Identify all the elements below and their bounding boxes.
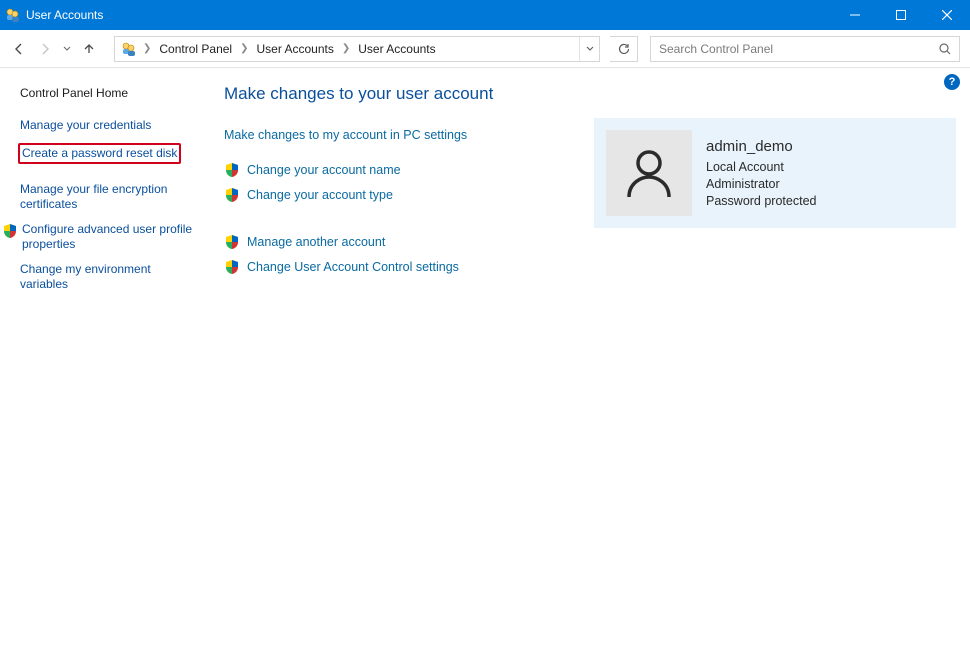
chevron-right-icon[interactable]: ❯ [141,43,153,54]
user-info: admin_demo Local Account Administrator P… [706,137,816,210]
breadcrumb-icon [119,41,139,57]
minimize-button[interactable] [832,0,878,30]
control-panel-home-link[interactable]: Control Panel Home [20,86,198,100]
user-password-status: Password protected [706,193,816,210]
user-name: admin_demo [706,137,816,157]
search-icon[interactable] [931,42,959,56]
sidebar: Control Panel Home Manage your credentia… [0,68,210,660]
address-history-dropdown[interactable] [579,37,599,61]
help-icon[interactable]: ? [944,74,960,90]
user-account-type: Local Account [706,159,816,176]
chevron-right-icon[interactable]: ❯ [238,43,250,54]
sidebar-link-env-vars[interactable]: Change my environment variables [20,262,198,292]
user-card: admin_demo Local Account Administrator P… [594,118,956,228]
main-panel: Make changes to your user account Make c… [210,68,970,660]
back-button[interactable] [8,38,30,60]
shield-icon [224,187,240,203]
refresh-button[interactable] [610,36,638,62]
change-account-name-link[interactable]: Change your account name [247,163,401,177]
titlebar: User Accounts [0,0,970,30]
breadcrumb-item[interactable]: User Accounts [253,37,338,61]
titlebar-app-icon [0,7,26,23]
recent-locations-dropdown[interactable] [60,38,74,60]
sidebar-item-label: Configure advanced user profile properti… [22,222,198,252]
user-role: Administrator [706,176,816,193]
shield-icon [224,162,240,178]
content-area: ? Control Panel Home Manage your credent… [0,68,970,660]
maximize-button[interactable] [878,0,924,30]
address-toolbar: ❯ Control Panel ❯ User Accounts ❯ User A… [0,30,970,68]
uac-settings-link[interactable]: Change User Account Control settings [247,260,459,274]
sidebar-link-reset-disk[interactable]: Create a password reset disk [18,143,181,164]
page-title: Make changes to your user account [224,84,960,104]
chevron-right-icon[interactable]: ❯ [340,43,352,54]
shield-icon [224,259,240,275]
shield-icon [2,222,18,239]
pc-settings-link[interactable]: Make changes to my account in PC setting… [224,128,467,142]
window-title: User Accounts [26,8,103,22]
search-box[interactable] [650,36,960,62]
search-input[interactable] [659,42,931,56]
breadcrumb-item[interactable]: User Accounts [354,37,439,61]
manage-another-account-link[interactable]: Manage another account [247,235,385,249]
close-button[interactable] [924,0,970,30]
sidebar-link-advanced-profile[interactable]: Configure advanced user profile properti… [2,222,198,252]
forward-button[interactable] [34,38,56,60]
breadcrumb[interactable]: ❯ Control Panel ❯ User Accounts ❯ User A… [114,36,600,62]
avatar [606,130,692,216]
change-account-type-link[interactable]: Change your account type [247,188,393,202]
breadcrumb-item[interactable]: Control Panel [155,37,236,61]
up-button[interactable] [78,38,100,60]
sidebar-link-encryption[interactable]: Manage your file encryption certificates [20,182,198,212]
shield-icon [224,234,240,250]
sidebar-link-credentials[interactable]: Manage your credentials [20,118,198,133]
